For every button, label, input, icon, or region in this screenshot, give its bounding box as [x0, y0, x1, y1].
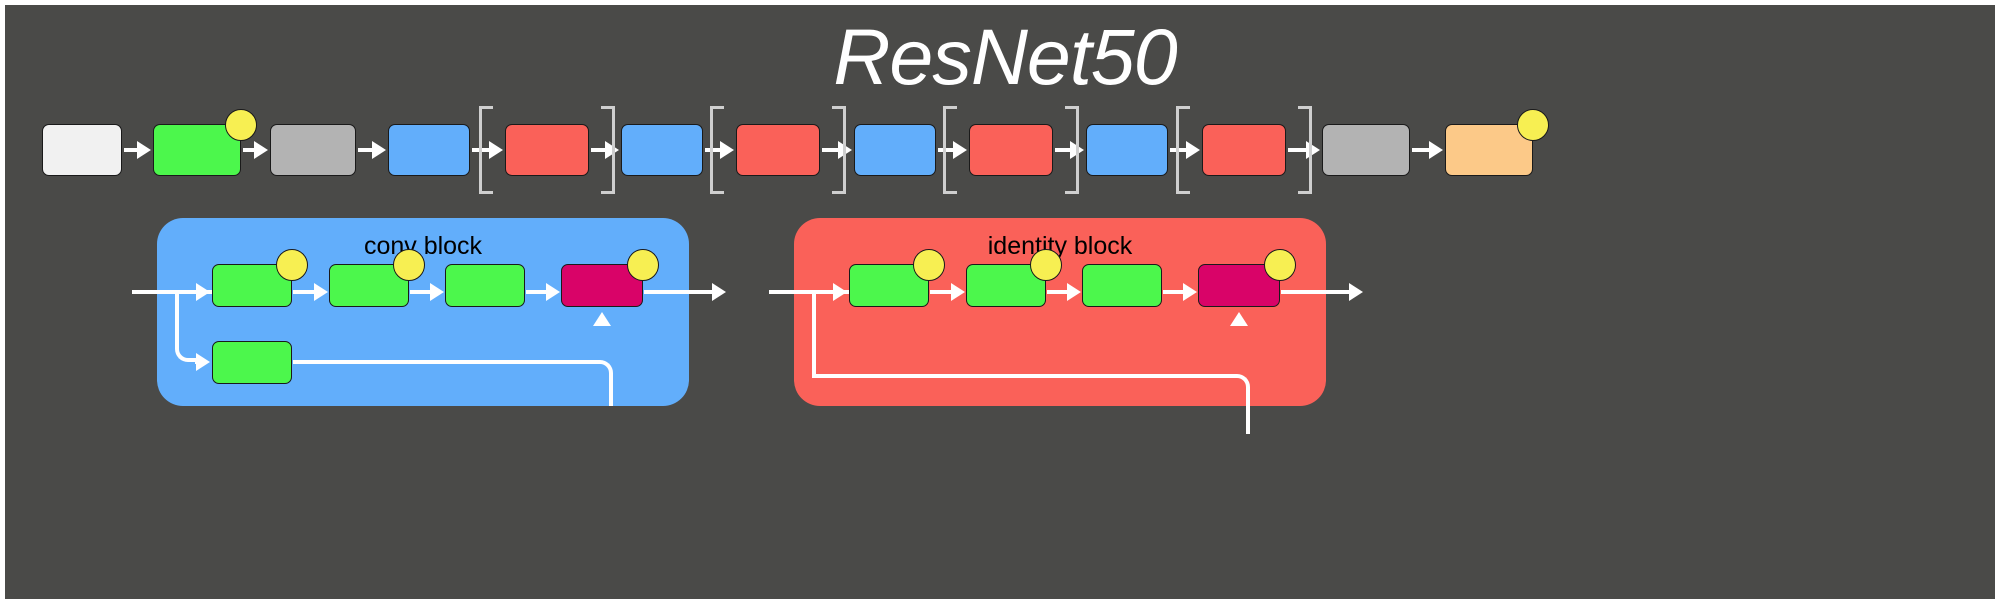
conv-block-connector-0-wire [293, 290, 314, 294]
identity-block-connector-2-wire [1163, 290, 1183, 294]
page-title: ResNet50 [833, 12, 1177, 101]
identity-block-connector-1-wire [1047, 290, 1067, 294]
identity-block-shortcut-arrow-up [1230, 312, 1248, 326]
pipeline-node-global-avg-pool[interactable] [1322, 124, 1410, 176]
identity-block-shortcut-elbow-up [812, 374, 1250, 434]
repeat-bracket-left-2 [943, 106, 957, 194]
identity-block-shortcut-drop [812, 294, 816, 376]
pipeline-connector-1-wire [243, 148, 254, 152]
pipeline-connector-0-wire [124, 148, 137, 152]
identity-block-panel-title: identity block [987, 232, 1133, 260]
conv-block-exit-wire [644, 290, 712, 294]
conv-block-node-0-badge-r [276, 249, 308, 281]
pipeline-connector-1-arrowhead [254, 141, 268, 159]
pipeline-connector-2-arrowhead [372, 141, 386, 159]
pipeline-node-identity-block-2[interactable] [736, 124, 820, 176]
pipeline-node-identity-block-4[interactable] [1202, 124, 1286, 176]
pipeline-node-identity-block-3[interactable] [969, 124, 1053, 176]
pipeline-node-conv-block-3[interactable] [854, 124, 936, 176]
repeat-bracket-left-3 [1176, 106, 1190, 194]
pipeline-node-fc-layer-badge-s [1517, 109, 1549, 141]
repeat-bracket-left-1 [710, 106, 724, 194]
conv-block-exit-arrowhead [712, 283, 726, 301]
conv-block-connector-2-wire [526, 290, 546, 294]
conv-block-shortcut-arrow-up [593, 312, 611, 326]
conv-block-connector-1-wire [410, 290, 430, 294]
identity-block-connector-0-arrowhead [951, 283, 965, 301]
identity-block-connector-0-wire [930, 290, 951, 294]
conv-block-node-3-badge-r [627, 249, 659, 281]
repeat-bracket-left-0 [479, 106, 493, 194]
pipeline-connector-0-arrowhead [137, 141, 151, 159]
pipeline-node-conv-block-2[interactable] [621, 124, 703, 176]
pipeline-connector-2-wire [358, 148, 372, 152]
pipeline-node-conv-block-4[interactable] [1086, 124, 1168, 176]
conv-block-shortcut-arrowhead [196, 353, 210, 371]
identity-block-exit-wire [1281, 290, 1349, 294]
identity-block-node-2[interactable] [1082, 264, 1162, 307]
conv-block-entry-arrowhead [196, 283, 210, 301]
pipeline-connector-11-wire [1412, 148, 1429, 152]
identity-block-entry-arrowhead [833, 283, 847, 301]
conv-block-shortcut-node-0[interactable] [212, 341, 292, 384]
conv-block-shortcut-elbow-up [293, 360, 613, 406]
identity-block-node-0-badge-r [913, 249, 945, 281]
conv-block-shortcut-elbow-down [175, 294, 197, 362]
identity-block-exit-arrowhead [1349, 283, 1363, 301]
pipeline-node-input[interactable] [42, 124, 122, 176]
conv-block-connector-2-arrowhead [546, 283, 560, 301]
pipeline-node-max-pool[interactable] [270, 124, 356, 176]
identity-block-node-1-badge-r [1030, 249, 1062, 281]
pipeline-connector-11-arrowhead [1429, 141, 1443, 159]
pipeline-node-identity-block-1[interactable] [505, 124, 589, 176]
pipeline-node-conv-block-1[interactable] [388, 124, 470, 176]
pipeline-node-conv-7x7-badge-r [225, 109, 257, 141]
diagram-canvas: ResNet50 conv block identity block [0, 0, 2000, 604]
repeat-bracket-right-0 [601, 106, 615, 194]
repeat-bracket-right-1 [832, 106, 846, 194]
identity-block-node-3-badge-r [1264, 249, 1296, 281]
conv-block-node-2[interactable] [445, 264, 525, 307]
identity-block-connector-2-arrowhead [1183, 283, 1197, 301]
identity-block-connector-1-arrowhead [1067, 283, 1081, 301]
repeat-bracket-right-3 [1298, 106, 1312, 194]
conv-block-node-1-badge-r [393, 249, 425, 281]
conv-block-connector-0-arrowhead [314, 283, 328, 301]
conv-block-panel-title: conv block [363, 232, 483, 260]
repeat-bracket-right-2 [1065, 106, 1079, 194]
conv-block-connector-1-arrowhead [430, 283, 444, 301]
